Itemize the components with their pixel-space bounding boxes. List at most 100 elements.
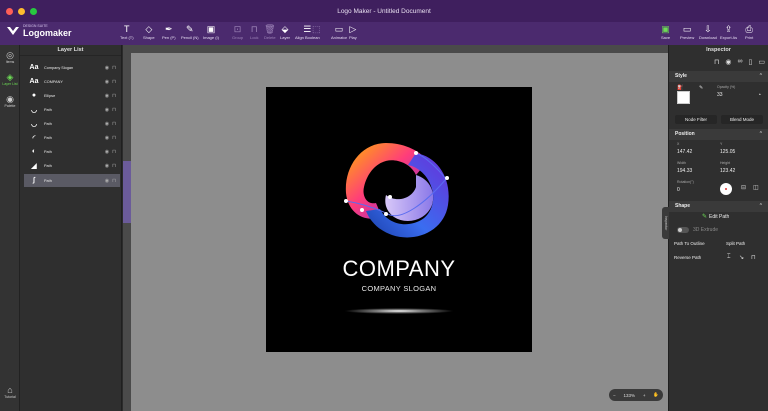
path-node[interactable] [384, 212, 388, 216]
path-to-outline-button[interactable]: Path To Outline [674, 241, 705, 246]
height-input[interactable]: 123.42 [720, 168, 735, 174]
lock-icon[interactable]: ⊓ [714, 58, 719, 66]
delete-button[interactable]: 🗑 Delete [264, 24, 276, 41]
rotation-dial[interactable] [720, 183, 732, 195]
lock-icon[interactable]: ⊓ [112, 65, 116, 71]
align-path-icon[interactable]: ⌶ [727, 254, 731, 261]
shape-section-header[interactable]: Shape ⌃ [669, 201, 768, 212]
zoom-level[interactable]: 133% [623, 393, 635, 398]
layer-row[interactable]: ◜ Path ◉ ⊓ [24, 131, 120, 144]
eye-icon[interactable]: ◉ [105, 65, 109, 71]
rail-palette[interactable]: ◉ Palette [0, 94, 20, 109]
layer-row[interactable]: ◢ Path ◉ ⊓ [24, 159, 120, 172]
width-input[interactable]: 194.33 [677, 168, 692, 174]
rotation-input[interactable]: 0 [677, 187, 680, 193]
group-button[interactable]: ⊡ Group [232, 24, 243, 41]
duplicate-icon[interactable]: ▯ [749, 58, 753, 66]
rail-tutorial[interactable]: ⌂ Tutorial [0, 385, 20, 400]
path-node[interactable] [388, 195, 392, 199]
eye-icon[interactable]: ◉ [105, 178, 109, 184]
style-section-header[interactable]: Style ⌃ [669, 71, 768, 82]
eye-icon[interactable]: ◉ [105, 149, 109, 155]
lock-button[interactable]: ⊓ Lock [250, 24, 258, 41]
play-button[interactable]: ▷ Play [349, 24, 357, 41]
layer-row[interactable]: Aa Company Slogan ◉ ⊓ [24, 61, 120, 74]
lock-icon[interactable]: ⊓ [112, 135, 116, 141]
lock-icon[interactable]: ⊓ [112, 163, 116, 169]
node-filter-button[interactable]: Node Filter [675, 115, 717, 124]
visibility-icon[interactable]: ◉ [725, 58, 731, 66]
save-button[interactable]: ▣ Save [661, 24, 670, 41]
hand-tool-icon[interactable]: ✋ [653, 392, 659, 398]
eye-icon[interactable]: ◉ [105, 79, 109, 85]
blend-mode-button[interactable]: Blend Mode [721, 115, 763, 124]
lock-icon[interactable]: ⊓ [112, 149, 116, 155]
path-node[interactable] [344, 199, 348, 203]
company-name-text[interactable]: COMPANY [266, 256, 532, 282]
logo-blue-swirl[interactable] [366, 153, 449, 238]
canvas-workspace[interactable]: COMPANY COMPANY SLOGAN − 133% + ✋ [123, 45, 668, 411]
export-as-button[interactable]: ⇪ Export As [720, 24, 737, 41]
zoom-out-button[interactable]: − [613, 393, 616, 398]
layer-row[interactable]: ◡ Path ◉ ⊓ [24, 117, 120, 130]
opacity-stepper-icon[interactable]: ▴ [759, 92, 761, 96]
lock-icon[interactable]: ⊓ [112, 178, 116, 184]
layer-button[interactable]: ⬙ Layer [280, 24, 290, 41]
eye-icon[interactable]: ◉ [105, 121, 109, 127]
eye-icon[interactable]: ◉ [105, 135, 109, 141]
boolean-button[interactable]: ⬚ [312, 24, 321, 35]
layer-row-selected[interactable]: ∫ Path ◉ ⊓ [24, 174, 120, 187]
lock-icon[interactable]: ⊓ [112, 107, 116, 113]
rail-layer-list[interactable]: ◈ Layer List [0, 72, 20, 87]
lock-icon[interactable]: ⊓ [112, 121, 116, 127]
reverse-path-button[interactable]: Reverse Path [674, 255, 701, 260]
pencil-tool-button[interactable]: ✎ Pencil (N) [181, 24, 199, 41]
eye-icon[interactable]: ◉ [105, 93, 109, 99]
copy-icon[interactable]: ▭ [758, 58, 765, 66]
path-layer-icon: ◡ [30, 106, 38, 114]
text-tool-button[interactable]: T Text (T) [120, 24, 134, 41]
link-icon[interactable]: ∞ [738, 58, 743, 66]
zoom-in-button[interactable]: + [643, 393, 646, 398]
layer-row[interactable]: ◡ Path ◉ ⊓ [24, 103, 120, 116]
3d-extrude-toggle[interactable] [677, 227, 689, 233]
eye-icon[interactable]: ◉ [105, 163, 109, 169]
inspector-collapse-tab[interactable]: Inspector [662, 207, 669, 239]
layer-row[interactable]: ◐ Path ◉ ⊓ [24, 145, 120, 158]
node-tool-icon[interactable]: ↘ [739, 254, 744, 261]
shape-tool-button[interactable]: ◇ Shape [143, 24, 155, 41]
company-slogan-text[interactable]: COMPANY SLOGAN [266, 284, 532, 293]
path-node[interactable] [414, 151, 418, 155]
vertical-ruler [123, 53, 131, 411]
lock-icon[interactable]: ⊓ [112, 93, 116, 99]
glow-ellipse[interactable] [344, 308, 454, 314]
preview-icon: ▭ [682, 24, 692, 34]
layer-row[interactable]: ● Ellipse ◉ ⊓ [24, 89, 120, 102]
pen-tool-button[interactable]: ✒ Pen (P) [162, 24, 176, 41]
logo-lavender-swirl[interactable] [385, 175, 434, 221]
position-section-header[interactable]: Position ⌃ [669, 129, 768, 140]
path-node[interactable] [360, 208, 364, 212]
image-tool-button[interactable]: ▣ Image (I) [203, 24, 219, 41]
animator-button[interactable]: ▭ Animator [331, 24, 347, 41]
layer-row[interactable]: Aa COMPANY ◉ ⊓ [24, 75, 120, 88]
download-button[interactable]: ⇩ Download [699, 24, 717, 41]
opacity-input[interactable]: 33 [717, 92, 723, 98]
rail-items[interactable]: ◎ Items [0, 50, 20, 65]
y-input[interactable]: 125.05 [720, 149, 735, 155]
artboard[interactable]: COMPANY COMPANY SLOGAN [266, 87, 532, 352]
zoom-control: − 133% + ✋ [609, 389, 663, 401]
flip-vertical-icon[interactable]: ◫ [753, 184, 759, 191]
split-path-button[interactable]: Split Path [726, 241, 745, 246]
x-input[interactable]: 147.42 [677, 149, 692, 155]
print-button[interactable]: ⎙ Print [745, 24, 753, 41]
eyedropper-icon[interactable]: ✎ [699, 85, 703, 91]
flip-horizontal-icon[interactable]: ⊟ [741, 184, 746, 191]
lock-icon[interactable]: ⊓ [112, 79, 116, 85]
eye-icon[interactable]: ◉ [105, 107, 109, 113]
preview-button[interactable]: ▭ Preview [680, 24, 694, 41]
edit-path-button[interactable]: ✎ Edit Path [702, 213, 729, 221]
ruler-tool-icon[interactable]: ⊓ [751, 254, 756, 261]
fill-color-swatch[interactable] [677, 91, 690, 104]
path-node[interactable] [445, 176, 449, 180]
